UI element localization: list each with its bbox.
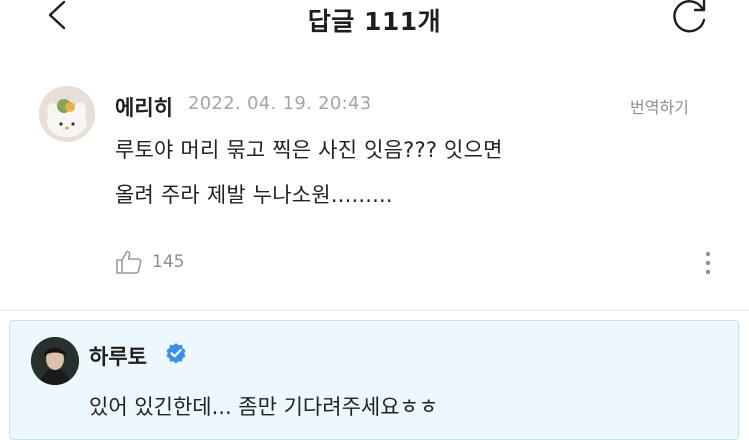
page-title: 답글 111개 xyxy=(307,7,442,36)
refresh-button[interactable] xyxy=(667,0,711,34)
divider xyxy=(0,310,749,311)
comment-date: 2022. 04. 19. 20:43 xyxy=(188,93,372,114)
reply-avatar-image xyxy=(31,337,79,385)
like-count: 145 xyxy=(152,252,185,272)
like-button[interactable]: 145 xyxy=(115,249,184,275)
reply-text: 있어 있긴한데... 좀만 기다려주세요ㅎㅎ xyxy=(89,395,439,419)
comment-item: 에리히 2022. 04. 19. 20:43 번역하기 루토야 머리 묶고 찍… xyxy=(0,80,749,306)
reply-avatar[interactable] xyxy=(31,337,79,385)
comment-author[interactable]: 에리히 xyxy=(115,92,173,122)
more-vertical-icon xyxy=(705,251,711,275)
comment-text-line-2: 올려 주라 제발 누나소원......... xyxy=(115,183,393,207)
more-options-button[interactable] xyxy=(698,249,718,277)
reply-author[interactable]: 하루토 xyxy=(89,341,147,371)
avatar-image xyxy=(39,86,95,142)
translate-button[interactable]: 번역하기 xyxy=(630,94,689,118)
refresh-icon xyxy=(673,0,706,33)
header-bar: 답글 111개 xyxy=(0,0,749,40)
verified-badge-icon xyxy=(166,343,186,364)
comment-text-line-1: 루토야 머리 묶고 찍은 사진 잇음??? 잇으면 xyxy=(115,138,503,162)
thumbs-up-icon xyxy=(116,250,142,274)
reply-item: 하루토 있어 있긴한데... 좀만 기다려주세요ㅎㅎ xyxy=(9,320,739,440)
avatar[interactable] xyxy=(39,86,95,142)
